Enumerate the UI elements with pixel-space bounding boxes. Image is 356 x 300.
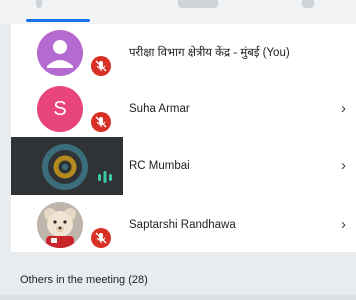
next-row-edge — [0, 295, 356, 300]
person-avatar-icon — [37, 30, 83, 76]
tab-ghost-left — [36, 0, 42, 8]
speaking-indicator-icon — [98, 171, 112, 183]
video-feed-tile — [11, 137, 123, 195]
others-section-heading: Others in the meeting (28) — [20, 274, 148, 286]
teddy-bear-avatar — [37, 202, 83, 248]
chevron-right-icon[interactable]: › — [341, 137, 346, 195]
participant-name: Saptarshi Randhawa — [129, 219, 236, 231]
mic-muted-icon — [91, 112, 111, 132]
chevron-right-icon[interactable]: › — [341, 196, 346, 252]
participant-name: RC Mumbai — [129, 160, 190, 172]
participant-row[interactable]: S Suha Armar › — [11, 80, 356, 138]
mic-muted-icon — [91, 56, 111, 76]
mic-muted-icon — [91, 228, 111, 248]
participant-name: Suha Armar — [129, 103, 190, 115]
letter-avatar: S — [37, 86, 83, 132]
participant-row[interactable]: Saptarshi Randhawa › — [11, 196, 356, 252]
tab-ghost-mid — [178, 0, 218, 8]
tab-active-indicator — [26, 19, 90, 22]
chevron-right-icon[interactable]: › — [341, 80, 346, 138]
participants-list: परीक्षा विभाग क्षेत्रीय केंद्र - मुंबई (… — [11, 24, 356, 252]
participant-row[interactable]: RC Mumbai › — [11, 137, 356, 195]
tab-ghost-right — [302, 0, 314, 8]
tab-bar — [0, 0, 356, 24]
logo-icon — [42, 144, 88, 190]
participant-row[interactable]: परीक्षा विभाग क्षेत्रीय केंद्र - मुंबई (… — [11, 24, 356, 82]
participant-name: परीक्षा विभाग क्षेत्रीय केंद्र - मुंबई (… — [129, 47, 290, 59]
